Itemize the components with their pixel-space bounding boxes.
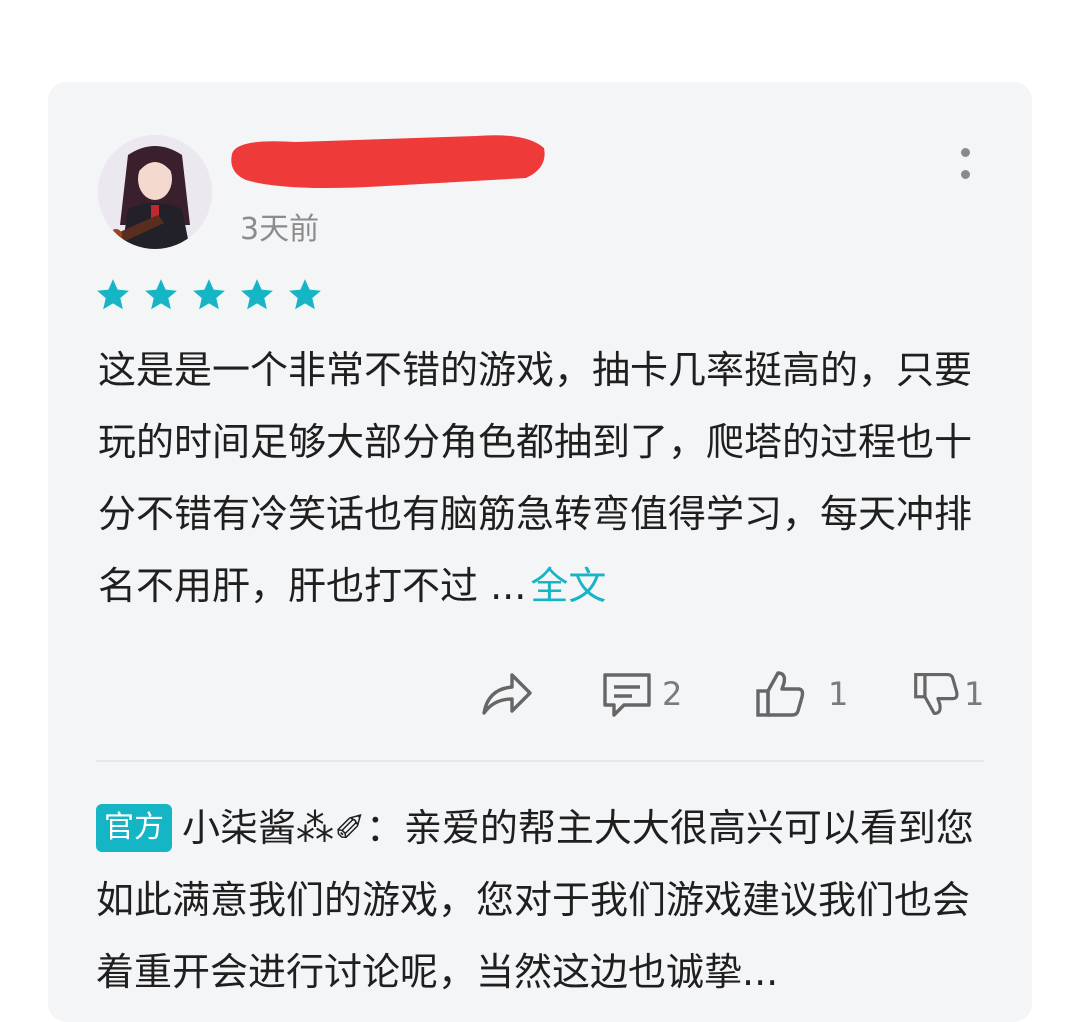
action-bar: 2 1 1 xyxy=(48,668,1032,720)
username-redacted xyxy=(226,128,550,194)
read-more-link[interactable]: 全文 xyxy=(530,564,606,608)
avatar[interactable] xyxy=(98,135,212,249)
more-vertical-icon xyxy=(961,148,970,157)
official-badge: 官方 xyxy=(96,804,172,852)
thumbs-down-icon xyxy=(914,672,959,716)
star-icon xyxy=(97,279,129,310)
star-icon xyxy=(145,279,177,310)
dislike-button[interactable]: 1 xyxy=(912,668,984,720)
star-icon xyxy=(241,279,273,310)
more-vertical-icon xyxy=(961,170,970,179)
star-icon xyxy=(289,279,321,310)
comment-icon xyxy=(603,673,651,717)
reply-author: 小柒酱⁂✐ xyxy=(182,806,366,850)
review-card: 3天前 这是是一个非常不错的游戏，抽卡几率挺高的，只要玩的时间足够大部分角色都抽… xyxy=(48,82,1032,1022)
star-rating xyxy=(94,276,324,314)
like-count: 1 xyxy=(828,675,849,713)
reply-count: 2 xyxy=(662,675,683,713)
star-icon xyxy=(193,279,225,310)
official-reply[interactable]: 官方 小柒酱⁂✐：亲爱的帮主大大很高兴可以看到您如此满意我们的游戏，您对于我们游戏… xyxy=(96,792,984,1008)
like-button[interactable]: 1 xyxy=(754,668,848,720)
thumbs-up-icon xyxy=(756,671,805,717)
more-options-button[interactable] xyxy=(950,144,980,184)
share-button[interactable] xyxy=(480,668,534,720)
dislike-count: 1 xyxy=(964,675,985,713)
post-time: 3天前 xyxy=(240,212,320,247)
divider xyxy=(96,760,984,762)
review-text[interactable]: 这是是一个非常不错的游戏，抽卡几率挺高的，只要玩的时间足够大部分角色都抽到了，爬… xyxy=(98,334,978,622)
comment-button[interactable]: 2 xyxy=(600,668,682,720)
share-icon xyxy=(482,673,532,715)
reply-separator: ： xyxy=(365,806,404,850)
